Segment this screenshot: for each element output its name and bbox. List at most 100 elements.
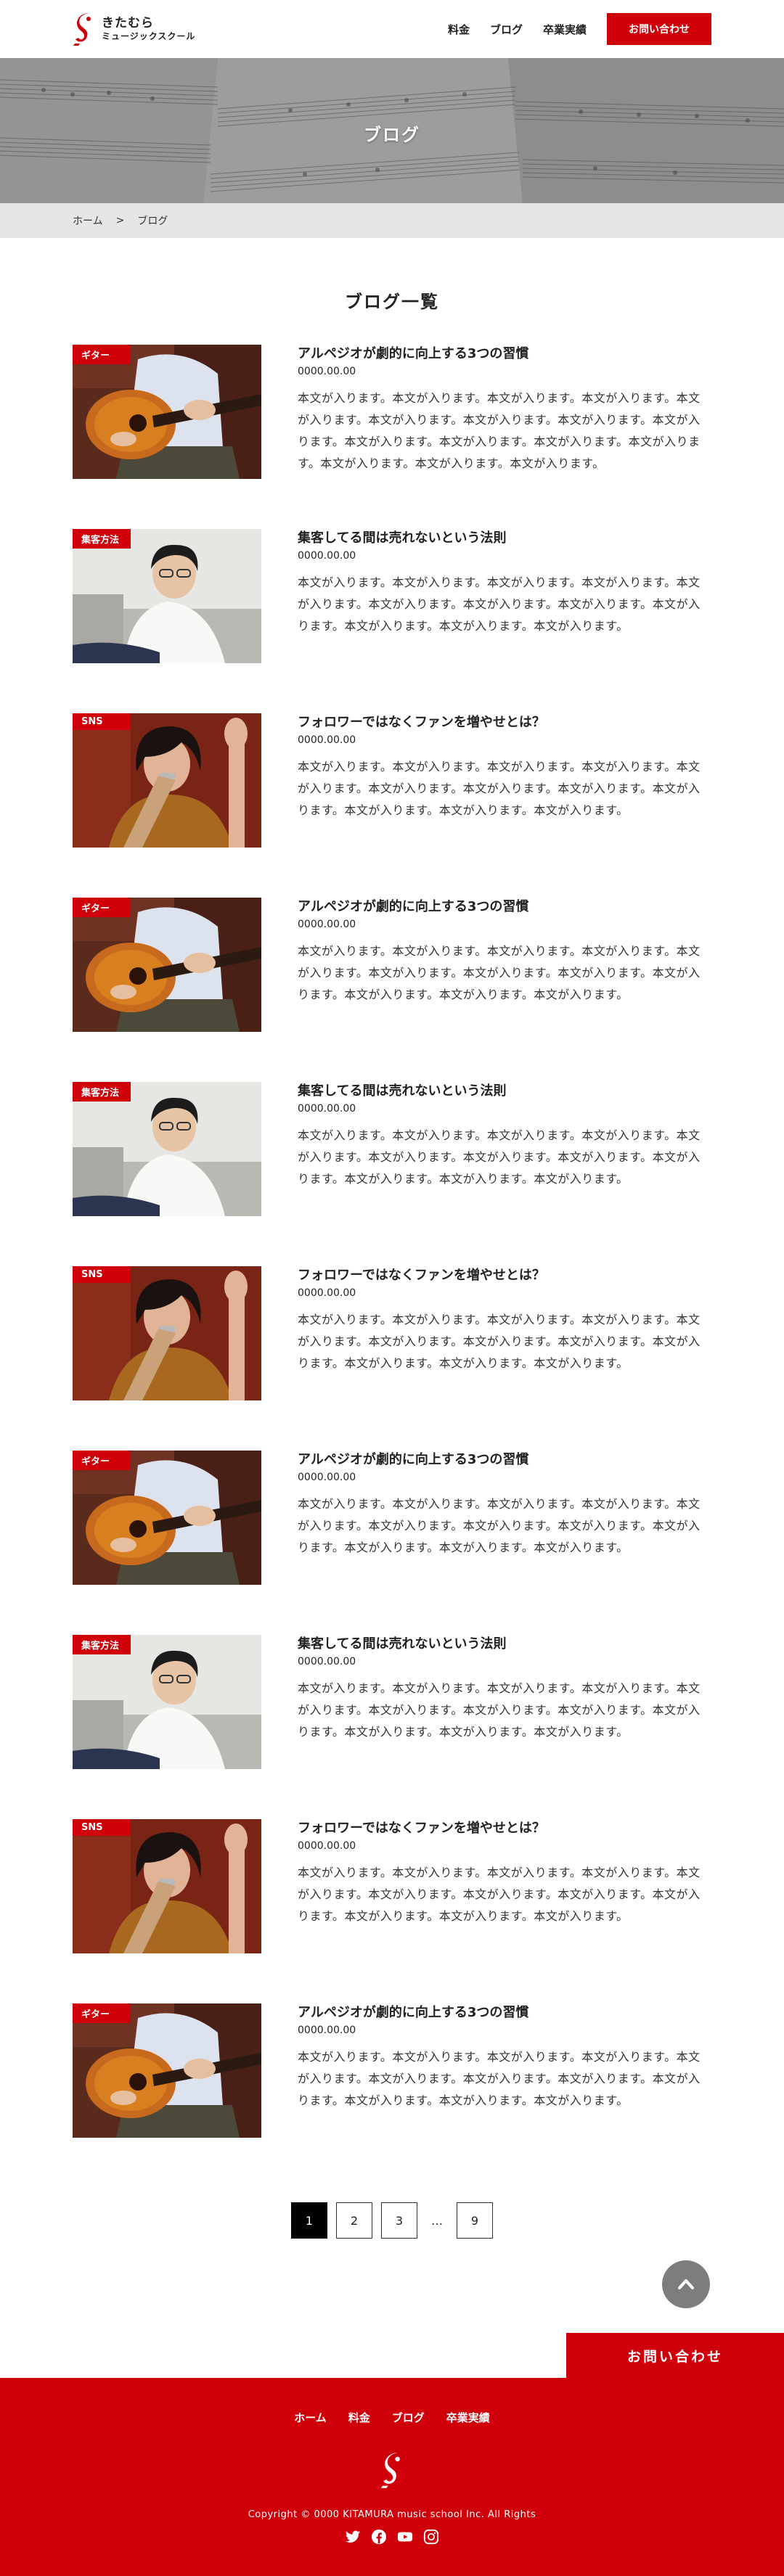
- guitar-player-image: [73, 345, 261, 479]
- post-excerpt: 本文が入ります。本文が入ります。本文が入ります。本文が入ります。本文が入ります。…: [298, 944, 701, 1002]
- footer-link-blog[interactable]: ブログ: [392, 2410, 425, 2425]
- category-tag[interactable]: SNS: [73, 713, 131, 730]
- footer-link-pricing[interactable]: 料金: [348, 2410, 370, 2425]
- post-title[interactable]: アルペジオが劇的に向上する3つの習慣: [298, 898, 711, 916]
- logo-mark-icon: [73, 13, 91, 46]
- blog-post-item[interactable]: ギター アルペジオが劇的に向上する3つの習慣 0000.00.00 本文が入ります。本…: [73, 898, 711, 1082]
- page-link-1[interactable]: 1: [291, 2202, 327, 2239]
- blog-post-item[interactable]: 集客方法 集客してる間は売れないという法則 0000.00.00 本文が入ります。本文…: [73, 529, 711, 713]
- post-thumbnail[interactable]: 集客方法: [73, 1082, 261, 1216]
- facebook-icon[interactable]: [371, 2529, 387, 2545]
- nav-link-pricing[interactable]: 料金: [448, 22, 470, 37]
- post-excerpt: 本文が入ります。本文が入ります。本文が入ります。本文が入ります。本文が入ります。…: [298, 2050, 701, 2108]
- breadcrumb-current: ブログ: [137, 216, 168, 227]
- hero-title: ブログ: [364, 125, 420, 145]
- chevron-up-icon: [678, 2279, 694, 2289]
- post-body: 集客してる間は売れないという法則 0000.00.00 本文が入ります。本文が入りま…: [298, 1082, 711, 1266]
- page-ellipsis: …: [431, 2213, 443, 2228]
- post-title[interactable]: フォロワーではなくファンを増やせとは？: [298, 713, 711, 731]
- post-title[interactable]: アルペジオが劇的に向上する3つの習慣: [298, 1451, 711, 1469]
- post-body: アルペジオが劇的に向上する3つの習慣 0000.00.00 本文が入ります。本文が入…: [298, 2003, 711, 2188]
- post-thumbnail[interactable]: SNS: [73, 1819, 261, 1953]
- blog-post-item[interactable]: 集客方法 集客してる間は売れないという法則 0000.00.00 本文が入ります。本文…: [73, 1635, 711, 1819]
- blog-post-item[interactable]: SNS フォロワーではなくファンを増やせとは？ 0000.00.00 本文が入ります。…: [73, 713, 711, 898]
- footer-link-home[interactable]: ホーム: [294, 2410, 327, 2425]
- instagram-icon[interactable]: [423, 2529, 439, 2545]
- singer-microphone-image: [73, 1266, 261, 1400]
- section-title: ブログ一覧: [345, 292, 439, 312]
- post-thumbnail[interactable]: 集客方法: [73, 1635, 261, 1769]
- post-title[interactable]: アルペジオが劇的に向上する3つの習慣: [298, 2003, 711, 2022]
- category-tag[interactable]: SNS: [73, 1819, 131, 1836]
- logo-name: きたむら: [102, 15, 154, 30]
- post-thumbnail[interactable]: 集客方法: [73, 529, 261, 663]
- post-body: アルペジオが劇的に向上する3つの習慣 0000.00.00 本文が入ります。本文が入…: [298, 898, 711, 1082]
- post-date: 0000.00.00: [298, 550, 356, 562]
- man-on-sofa-image: [73, 1082, 261, 1216]
- copyright: Copyright © 0000 KITAMURA music school I…: [248, 2509, 536, 2520]
- blog-post-item[interactable]: SNS フォロワーではなくファンを増やせとは？ 0000.00.00 本文が入ります。…: [73, 1266, 711, 1451]
- post-excerpt: 本文が入ります。本文が入ります。本文が入ります。本文が入ります。本文が入ります。…: [298, 1681, 701, 1739]
- page-link-2[interactable]: 2: [336, 2202, 372, 2239]
- nav-link-results[interactable]: 卒業実績: [543, 22, 587, 37]
- post-title[interactable]: 集客してる間は売れないという法則: [298, 1635, 711, 1653]
- post-title[interactable]: フォロワーではなくファンを増やせとは？: [298, 1819, 711, 1837]
- footer-logo[interactable]: [0, 2451, 784, 2489]
- post-excerpt: 本文が入ります。本文が入ります。本文が入ります。本文が入ります。本文が入ります。…: [298, 575, 701, 633]
- twitter-icon[interactable]: [345, 2529, 361, 2545]
- category-tag[interactable]: 集客方法: [73, 529, 131, 549]
- category-tag[interactable]: 集客方法: [73, 1635, 131, 1654]
- category-tag[interactable]: ギター: [73, 345, 131, 364]
- post-thumbnail[interactable]: SNS: [73, 1266, 261, 1400]
- page-top-button[interactable]: [662, 2260, 710, 2308]
- blog-post-item[interactable]: ギター アルペジオが劇的に向上する3つの習慣 0000.00.00 本文が入ります。本…: [73, 345, 711, 529]
- post-excerpt: 本文が入ります。本文が入ります。本文が入ります。本文が入ります。本文が入ります。…: [298, 760, 701, 818]
- singer-microphone-image: [73, 713, 261, 848]
- post-thumbnail[interactable]: ギター: [73, 345, 261, 479]
- guitar-player-image: [73, 2003, 261, 2138]
- post-excerpt: 本文が入ります。本文が入ります。本文が入ります。本文が入ります。本文が入ります。…: [298, 1497, 701, 1555]
- footer-link-results[interactable]: 卒業実績: [446, 2410, 490, 2425]
- blog-post-item[interactable]: SNS フォロワーではなくファンを増やせとは？ 0000.00.00 本文が入ります。…: [73, 1819, 711, 2003]
- page-link-last[interactable]: 9: [457, 2202, 493, 2239]
- post-title[interactable]: フォロワーではなくファンを増やせとは？: [298, 1266, 711, 1284]
- header-contact-button[interactable]: お問い合わせ: [607, 13, 711, 45]
- post-title[interactable]: 集客してる間は売れないという法則: [298, 529, 711, 547]
- post-thumbnail[interactable]: ギター: [73, 898, 261, 1032]
- blog-post-item[interactable]: ギター アルペジオが劇的に向上する3つの習慣 0000.00.00 本文が入ります。本…: [73, 1451, 711, 1635]
- footer-contact-button[interactable]: お問い合わせ: [566, 2333, 784, 2378]
- blog-post-item[interactable]: 集客方法 集客してる間は売れないという法則 0000.00.00 本文が入ります。本文…: [73, 1082, 711, 1266]
- breadcrumb-separator: >: [115, 215, 125, 226]
- category-tag[interactable]: 集客方法: [73, 1082, 131, 1102]
- post-thumbnail[interactable]: ギター: [73, 1451, 261, 1585]
- category-tag[interactable]: SNS: [73, 1266, 131, 1283]
- breadcrumb-home[interactable]: ホーム: [73, 213, 103, 228]
- post-body: 集客してる間は売れないという法則 0000.00.00 本文が入ります。本文が入りま…: [298, 1635, 711, 1819]
- post-title[interactable]: アルペジオが劇的に向上する3つの習慣: [298, 345, 711, 363]
- post-excerpt: 本文が入ります。本文が入ります。本文が入ります。本文が入ります。本文が入ります。…: [298, 1128, 701, 1186]
- post-date: 0000.00.00: [298, 1840, 356, 1853]
- footer-logo-mark-icon: [380, 2453, 400, 2488]
- post-date: 0000.00.00: [298, 1472, 356, 1484]
- category-tag[interactable]: ギター: [73, 2003, 131, 2023]
- category-tag[interactable]: ギター: [73, 1451, 131, 1470]
- site-logo[interactable]: きたむら ミュージックスクール: [73, 12, 195, 46]
- pagination: 1 2 3 … 9: [0, 2202, 784, 2239]
- post-excerpt: 本文が入ります。本文が入ります。本文が入ります。本文が入ります。本文が入ります。…: [298, 1313, 701, 1371]
- guitar-player-image: [73, 1451, 261, 1585]
- guitar-player-image: [73, 898, 261, 1032]
- blog-post-item[interactable]: ギター アルペジオが劇的に向上する3つの習慣 0000.00.00 本文が入ります。本…: [73, 2003, 711, 2188]
- category-tag[interactable]: ギター: [73, 898, 131, 917]
- post-body: フォロワーではなくファンを増やせとは？ 0000.00.00 本文が入ります。本文が…: [298, 713, 711, 898]
- post-date: 0000.00.00: [298, 734, 356, 747]
- youtube-icon[interactable]: [397, 2529, 413, 2545]
- post-thumbnail[interactable]: ギター: [73, 2003, 261, 2138]
- post-thumbnail[interactable]: SNS: [73, 713, 261, 848]
- post-title[interactable]: 集客してる間は売れないという法則: [298, 1082, 711, 1100]
- page-link-3[interactable]: 3: [381, 2202, 417, 2239]
- nav-link-blog[interactable]: ブログ: [490, 22, 523, 37]
- man-on-sofa-image: [73, 529, 261, 663]
- post-date: 0000.00.00: [298, 1656, 356, 1668]
- footer-nav: ホーム 料金 ブログ 卒業実績: [0, 2410, 784, 2425]
- post-excerpt: 本文が入ります。本文が入ります。本文が入ります。本文が入ります。本文が入ります。…: [298, 391, 701, 471]
